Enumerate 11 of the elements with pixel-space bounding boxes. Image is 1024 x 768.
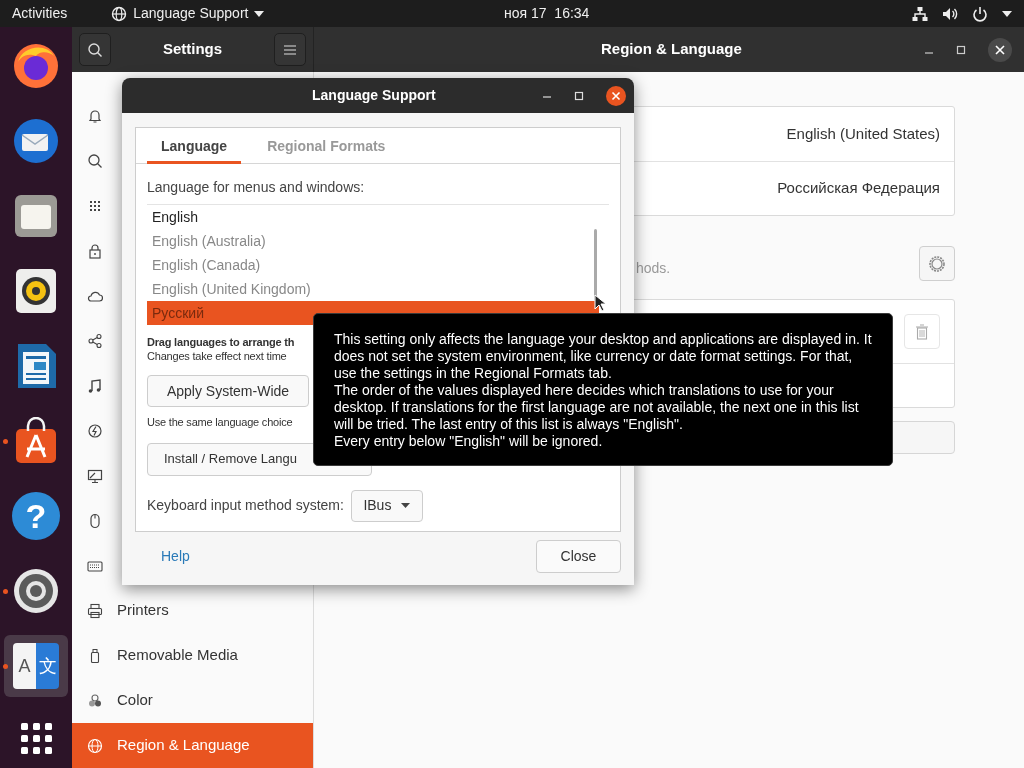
input-method-label: Keyboard input method system: <box>147 496 344 515</box>
tooltip-text: The order of the values displayed here decides which translations to use for your desktop. If translations for the first language are not available, the next one in this list will be tried. The last entry of this list is always "English". <box>334 382 860 433</box>
changes-hint: Changes take effect next time <box>147 349 287 363</box>
page-title: Region & Language <box>601 39 742 60</box>
window-title: Settings <box>162 39 223 60</box>
drag-hint: Drag languages to arrange th <box>147 336 295 349</box>
dialog-title: Language Support <box>312 86 436 105</box>
hint-text: hods. <box>635 259 671 278</box>
apply-hint: Use the same language choice <box>147 415 293 430</box>
list-label: Language for menus and windows: <box>147 178 366 197</box>
tooltip-text: This setting only affects the language your desktop and applications are displayed in. It does not set the system environment, like currency or date format settings. For that, use the settings in the Regional Formats tab. <box>334 331 872 382</box>
